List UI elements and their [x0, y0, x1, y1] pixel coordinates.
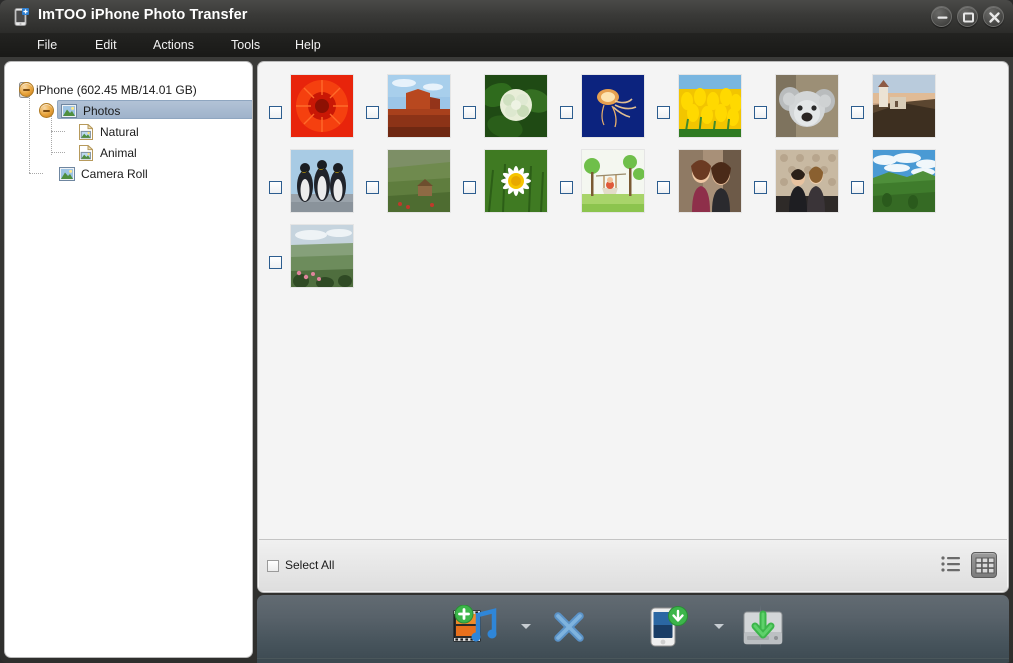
- tree-node-natural[interactable]: Natural: [79, 122, 139, 141]
- thumbnail-image[interactable]: [388, 150, 450, 212]
- thumbnail-item[interactable]: [754, 75, 847, 150]
- thumbnail-checkbox[interactable]: [269, 181, 282, 194]
- export-dropdown[interactable]: [714, 624, 724, 629]
- thumbnail-image[interactable]: [388, 75, 450, 137]
- thumbnail-item[interactable]: [560, 75, 653, 150]
- thumbnail-item[interactable]: [366, 150, 459, 225]
- thumbnail-item[interactable]: [754, 150, 847, 225]
- tree-node-label: Camera Roll: [81, 167, 148, 181]
- selection-toolbar: Select All: [259, 539, 1007, 591]
- thumbnail-checkbox[interactable]: [754, 181, 767, 194]
- tree-node-label: Natural: [100, 125, 139, 139]
- status-bar: Total: 15 file(s), 1.59 MB; Selected: 0 …: [257, 658, 1009, 663]
- tree-node-label: Photos: [83, 104, 120, 118]
- thumbnail-checkbox[interactable]: [560, 181, 573, 194]
- menu-item-edit[interactable]: Edit: [88, 37, 124, 53]
- photo-gallery-icon: [61, 104, 77, 118]
- iphone-app-icon: [14, 8, 30, 26]
- list-view-button[interactable]: [939, 552, 963, 576]
- tree-node-label: iPhone (602.45 MB/14.01 GB): [36, 83, 197, 97]
- thumbnail-checkbox[interactable]: [366, 181, 379, 194]
- photo-browser-panel: Select All: [257, 61, 1009, 593]
- thumbnail-item[interactable]: [560, 150, 653, 225]
- thumbnail-checkbox[interactable]: [560, 106, 573, 119]
- maximize-button[interactable]: [957, 6, 978, 27]
- tree-node-animal[interactable]: Animal: [79, 143, 137, 162]
- thumbnail-item[interactable]: [463, 150, 556, 225]
- close-button[interactable]: [983, 6, 1004, 27]
- thumbnail-checkbox[interactable]: [851, 106, 864, 119]
- menu-item-tools[interactable]: Tools: [224, 37, 267, 53]
- tree-connector: [51, 152, 65, 153]
- thumbnail-image[interactable]: [291, 150, 353, 212]
- minimize-button[interactable]: [931, 6, 952, 27]
- photo-album-icon: [79, 145, 93, 161]
- thumbnail-checkbox[interactable]: [754, 106, 767, 119]
- add-files-dropdown[interactable]: [521, 624, 531, 629]
- menu-item-actions[interactable]: Actions: [146, 37, 201, 53]
- thumbnail-image[interactable]: [485, 150, 547, 212]
- menu-bar: File Edit Actions Tools Help: [0, 33, 1013, 57]
- tree-expander-iphone[interactable]: [19, 82, 34, 97]
- grid-view-button[interactable]: [971, 552, 997, 578]
- thumbnail-image[interactable]: [582, 150, 644, 212]
- thumbnail-item[interactable]: [851, 150, 944, 225]
- window-title: ImTOO iPhone Photo Transfer: [38, 7, 248, 23]
- thumbnail-image[interactable]: [873, 150, 935, 212]
- window-body: iPhone (602.45 MB/14.01 GB) Photos: [0, 57, 1013, 663]
- thumbnail-item[interactable]: [269, 225, 362, 300]
- thumbnail-image[interactable]: [776, 75, 838, 137]
- thumbnail-item[interactable]: [657, 150, 750, 225]
- thumbnail-image[interactable]: [873, 75, 935, 137]
- tree-connector: [51, 131, 65, 132]
- menu-item-help[interactable]: Help: [288, 37, 328, 53]
- select-all-checkbox[interactable]: [267, 560, 279, 572]
- thumbnail-image[interactable]: [679, 75, 741, 137]
- photo-album-icon: [79, 124, 93, 140]
- tree-connector: [29, 89, 30, 173]
- delete-button[interactable]: [553, 611, 585, 648]
- photo-gallery-icon: [59, 167, 75, 181]
- device-tree-panel: iPhone (602.45 MB/14.01 GB) Photos: [4, 61, 253, 658]
- thumbnail-image[interactable]: [679, 150, 741, 212]
- export-to-disk-button[interactable]: [741, 606, 785, 653]
- thumbnail-item[interactable]: [657, 75, 750, 150]
- thumbnail-checkbox[interactable]: [269, 256, 282, 269]
- tree-node-camera-roll[interactable]: Camera Roll: [59, 164, 148, 183]
- title-bar: ImTOO iPhone Photo Transfer: [0, 0, 1013, 33]
- thumbnail-image[interactable]: [776, 150, 838, 212]
- application-window: ImTOO iPhone Photo Transfer File Edit Ac…: [0, 0, 1013, 663]
- select-all-label: Select All: [285, 558, 334, 572]
- thumbnail-item[interactable]: [851, 75, 944, 150]
- thumbnail-image[interactable]: [485, 75, 547, 137]
- tree-connector: [29, 173, 43, 174]
- tree-node-label: Animal: [100, 146, 137, 160]
- thumbnail-checkbox[interactable]: [851, 181, 864, 194]
- thumbnail-item[interactable]: [463, 75, 556, 150]
- thumbnail-checkbox[interactable]: [657, 181, 670, 194]
- thumbnail-image[interactable]: [582, 75, 644, 137]
- action-toolbar: [257, 595, 1009, 658]
- thumbnail-grid: [259, 63, 1007, 540]
- thumbnail-checkbox[interactable]: [366, 106, 379, 119]
- thumbnail-checkbox[interactable]: [657, 106, 670, 119]
- menu-item-file[interactable]: File: [30, 37, 64, 53]
- add-files-button[interactable]: [452, 605, 500, 654]
- tree-expander-photos[interactable]: [39, 103, 54, 118]
- tree-node-iphone[interactable]: iPhone (602.45 MB/14.01 GB): [19, 80, 197, 99]
- thumbnail-checkbox[interactable]: [463, 181, 476, 194]
- tree-connector: [51, 110, 52, 155]
- thumbnail-item[interactable]: [269, 150, 362, 225]
- thumbnail-image[interactable]: [291, 225, 353, 287]
- thumbnail-checkbox[interactable]: [463, 106, 476, 119]
- thumbnail-image[interactable]: [291, 75, 353, 137]
- export-to-device-button[interactable]: [647, 606, 691, 653]
- thumbnail-item[interactable]: [269, 75, 362, 150]
- thumbnail-item[interactable]: [366, 75, 459, 150]
- tree-node-photos[interactable]: Photos: [61, 101, 120, 120]
- thumbnail-checkbox[interactable]: [269, 106, 282, 119]
